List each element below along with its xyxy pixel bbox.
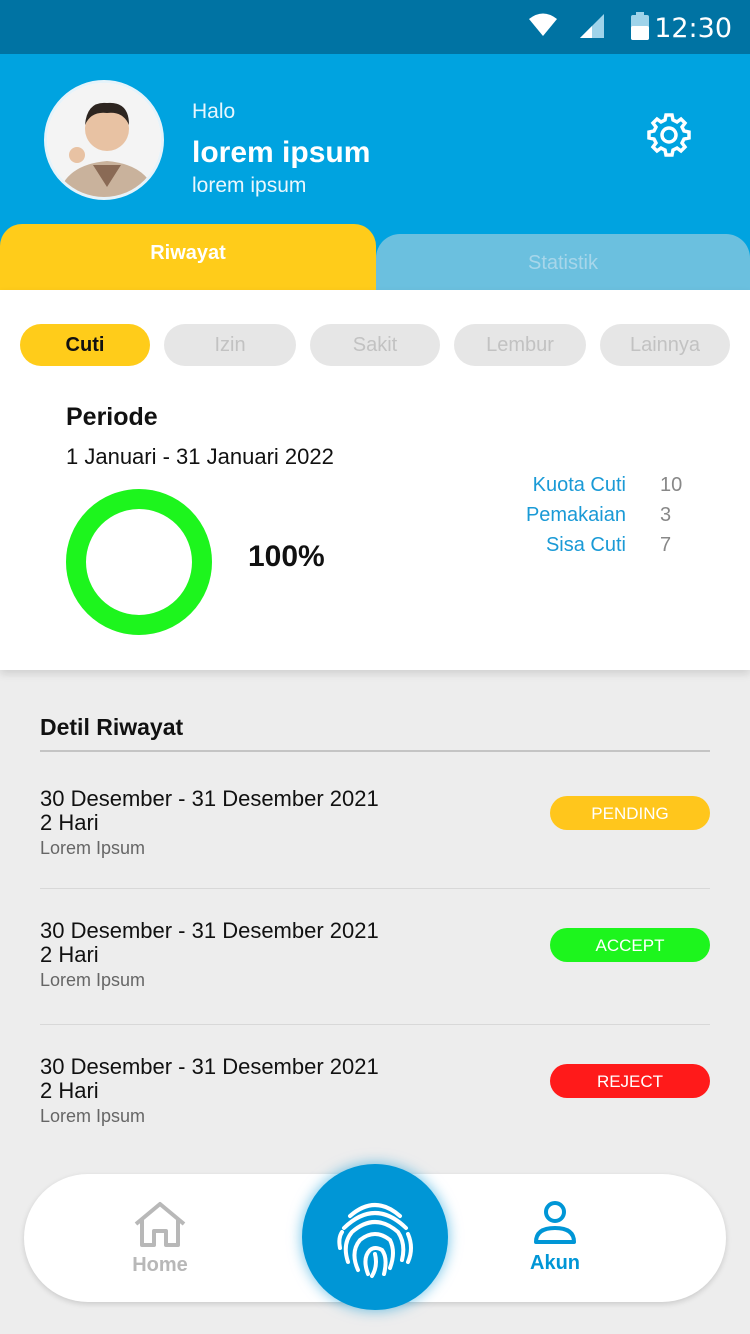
stat-label-pemakaian: Pemakaian xyxy=(525,504,626,526)
stat-value-kuota: 10 xyxy=(660,474,683,496)
tab-riwayat[interactable]: Riwayat xyxy=(0,224,376,290)
fingerprint-icon xyxy=(337,1203,413,1278)
donut-arc xyxy=(66,489,212,635)
greeting: Halo xyxy=(192,100,236,123)
status-bar: 12:30 xyxy=(0,0,750,54)
stat-label-sisa: Sisa Cuti xyxy=(545,534,626,556)
tab-statistik[interactable]: Statistik xyxy=(376,234,750,290)
signal-icon xyxy=(580,14,604,38)
filter-sakit[interactable]: Sakit xyxy=(310,324,440,366)
row-dates: 30 Desember - 31 Desember 2021 xyxy=(40,1054,379,1079)
row-dates: 30 Desember - 31 Desember 2021 xyxy=(40,786,379,811)
user-name: lorem ipsum xyxy=(192,136,371,169)
status-badge: REJECT xyxy=(550,1064,710,1098)
row-days: 2 Hari xyxy=(40,1078,99,1103)
gear-icon[interactable] xyxy=(646,112,692,158)
fingerprint-button[interactable] xyxy=(302,1164,448,1310)
stat-value-sisa: 7 xyxy=(660,534,672,556)
battery-icon xyxy=(631,12,649,40)
home-icon xyxy=(134,1202,186,1247)
divider xyxy=(40,888,710,889)
stat-value-pemakaian: 3 xyxy=(660,504,672,526)
user-icon xyxy=(534,1201,576,1244)
row-note: Lorem Ipsum xyxy=(40,838,146,858)
row-days: 2 Hari xyxy=(40,810,99,835)
usage-donut-chart xyxy=(66,489,212,635)
avatar[interactable] xyxy=(44,80,164,200)
nav-akun[interactable]: Akun xyxy=(530,1200,580,1275)
nav-akun-label: Akun xyxy=(530,1252,580,1274)
stat-label-kuota: Kuota Cuti xyxy=(532,474,626,496)
nav-home[interactable]: Home xyxy=(132,1200,188,1277)
filter-cuti[interactable]: Cuti xyxy=(20,324,150,366)
filter-lainnya[interactable]: Lainnya xyxy=(600,324,730,366)
row-note: Lorem Ipsum xyxy=(40,970,146,990)
filter-lembur[interactable]: Lembur xyxy=(454,324,586,366)
summary-card: Cuti Izin Sakit Lembur Lainnya Periode 1… xyxy=(0,290,750,670)
avatar-image xyxy=(47,83,161,197)
period-range: 1 Januari - 31 Januari 2022 xyxy=(66,444,334,469)
detail-title: Detil Riwayat xyxy=(40,714,184,740)
status-badge: PENDING xyxy=(550,796,710,830)
divider xyxy=(40,750,710,752)
filter-izin[interactable]: Izin xyxy=(164,324,296,366)
row-dates: 30 Desember - 31 Desember 2021 xyxy=(40,918,379,943)
nav-home-label: Home xyxy=(132,1254,188,1276)
percent-label: 100% xyxy=(248,540,325,573)
wifi-icon xyxy=(529,13,557,36)
period-title: Periode xyxy=(66,403,158,431)
status-badge: ACCEPT xyxy=(550,928,710,962)
user-subtitle: lorem ipsum xyxy=(192,174,307,197)
divider xyxy=(40,1024,710,1025)
row-days: 2 Hari xyxy=(40,942,99,967)
row-note: Lorem Ipsum xyxy=(40,1106,146,1126)
clock: 12:30 xyxy=(654,13,732,44)
